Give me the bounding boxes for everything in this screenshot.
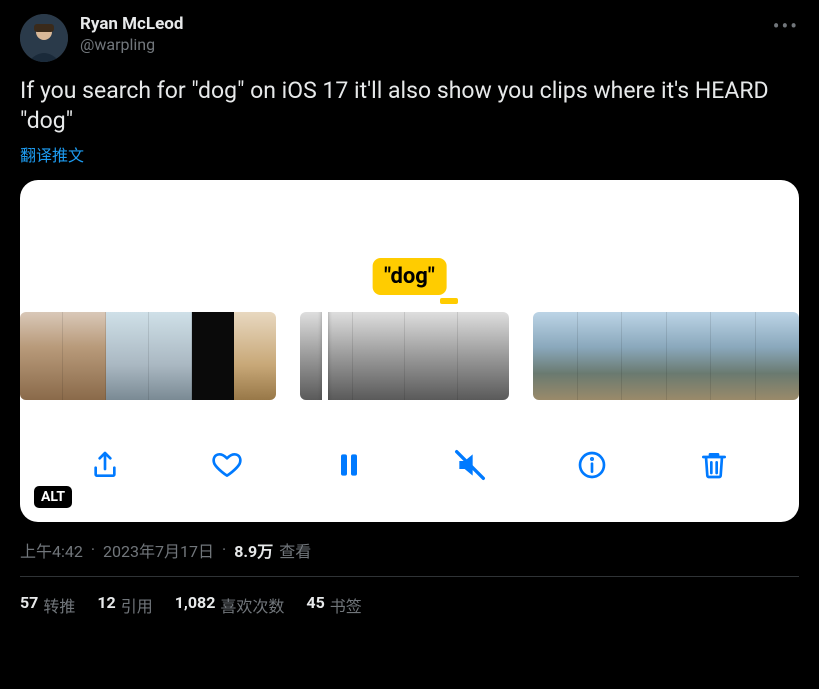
thumbnail-frame [667, 312, 711, 400]
views-label: 查看 [279, 538, 311, 562]
playhead[interactable] [322, 312, 328, 400]
pause-icon[interactable] [330, 446, 368, 484]
retweets-stat[interactable]: 57 转推 [20, 593, 75, 617]
thumbnail-frame [533, 312, 577, 400]
quotes-stat[interactable]: 12 引用 [97, 593, 152, 617]
user-info: Ryan McLeod @warpling [80, 14, 183, 55]
clip-group-1[interactable] [20, 312, 276, 400]
thumbnail-frame [63, 312, 106, 400]
timeline-marker [440, 298, 458, 304]
media-attachment[interactable]: "dog" [20, 180, 799, 522]
share-icon[interactable] [86, 446, 124, 484]
speaker-muted-icon[interactable] [451, 446, 489, 484]
views-count[interactable]: 8.9万 [234, 538, 273, 562]
thumbnail-frame [711, 312, 755, 400]
heart-icon[interactable] [208, 446, 246, 484]
translate-link[interactable]: 翻译推文 [20, 142, 799, 166]
tweet-time[interactable]: 上午4:42 [20, 538, 83, 562]
more-options-button[interactable]: ••• [773, 14, 799, 38]
tweet-header: Ryan McLeod @warpling ••• [20, 14, 799, 62]
clip-group-3[interactable] [533, 312, 799, 400]
thumbnail-frame [20, 312, 63, 400]
avatar-image [20, 14, 68, 62]
thumbnail-frame [405, 312, 457, 400]
bookmarks-stat[interactable]: 45 书签 [306, 593, 361, 617]
user-handle[interactable]: @warpling [80, 35, 183, 55]
display-name[interactable]: Ryan McLeod [80, 14, 183, 35]
media-inner: "dog" [20, 180, 799, 522]
thumbnail-frame [756, 312, 799, 400]
stats-row: 57 转推 12 引用 1,082 喜欢次数 45 书签 [20, 577, 799, 617]
likes-stat[interactable]: 1,082 喜欢次数 [175, 593, 285, 617]
retweets-count: 57 [20, 593, 38, 617]
separator-dot [87, 540, 99, 559]
bookmarks-count: 45 [306, 593, 324, 617]
thumbnail-frame [106, 312, 149, 400]
info-icon[interactable] [573, 446, 611, 484]
retweets-label: 转推 [43, 593, 75, 617]
thumbnail-frame [578, 312, 622, 400]
thumbnail-frame [622, 312, 666, 400]
tweet-text: If you search for "dog" on iOS 17 it'll … [20, 76, 799, 136]
quotes-count: 12 [97, 593, 115, 617]
bookmarks-label: 书签 [330, 593, 362, 617]
clip-group-2[interactable] [300, 312, 509, 400]
tweet-container: Ryan McLeod @warpling ••• If you search … [0, 0, 819, 617]
likes-count: 1,082 [175, 593, 216, 617]
media-controls [20, 446, 799, 484]
quotes-label: 引用 [121, 593, 153, 617]
separator-dot [218, 540, 230, 559]
tweet-date[interactable]: 2023年7月17日 [103, 538, 214, 562]
thumbnail-frame [149, 312, 192, 400]
avatar[interactable] [20, 14, 68, 62]
likes-label: 喜欢次数 [220, 593, 284, 617]
trash-icon[interactable] [695, 446, 733, 484]
search-highlight-label: "dog" [372, 258, 447, 295]
thumbnail-frame [192, 312, 235, 400]
video-timeline[interactable] [20, 310, 799, 402]
thumbnail-frame [353, 312, 405, 400]
thumbnail-frame [458, 312, 509, 400]
tweet-meta: 上午4:42 2023年7月17日 8.9万 查看 [20, 538, 799, 562]
thumbnail-frame [234, 312, 276, 400]
alt-badge[interactable]: ALT [34, 486, 72, 508]
